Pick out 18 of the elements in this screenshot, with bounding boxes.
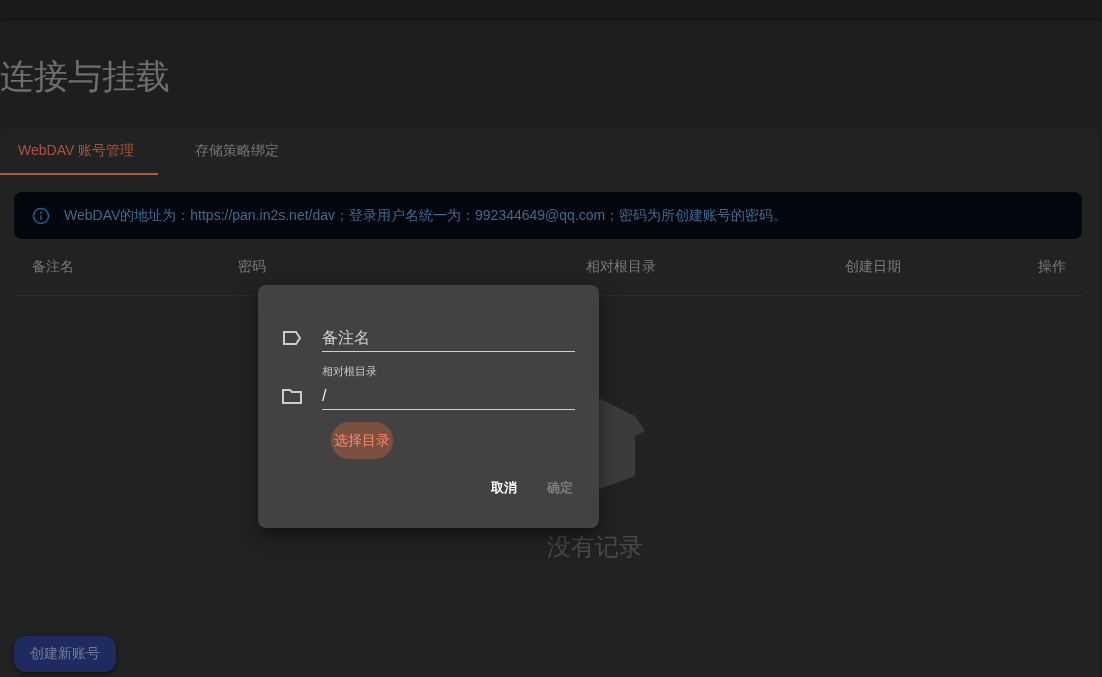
folder-icon: [282, 388, 302, 404]
tab[interactable]: WebDAV 账号管理: [0, 128, 158, 175]
choose-folder-button[interactable]: 选择目录: [331, 422, 393, 459]
tab[interactable]: 存储策略绑定: [158, 128, 316, 175]
column-header: 相对根目录: [586, 258, 657, 276]
info-icon: [32, 206, 50, 225]
label-icon: [282, 330, 302, 346]
alert-text: WebDAV的地址为：https://pan.in2s.net/dav；登录用户名统一为：992344649@qq.com；密码为所创建账号的密码。: [64, 206, 788, 225]
input-field[interactable]: /: [322, 387, 575, 405]
create-account-button[interactable]: 创建新账号: [14, 636, 116, 672]
column-header: 密码: [238, 258, 267, 276]
column-header: 创建日期: [845, 258, 902, 276]
page-title: 连接与挂载: [0, 56, 171, 97]
column-header: 备注名: [32, 258, 75, 276]
input-field[interactable]: 备注名: [322, 329, 575, 347]
field-label: 相对根目录: [322, 364, 378, 379]
dialog-button[interactable]: 取消: [491, 479, 517, 497]
column-header: 操作: [1038, 258, 1066, 276]
